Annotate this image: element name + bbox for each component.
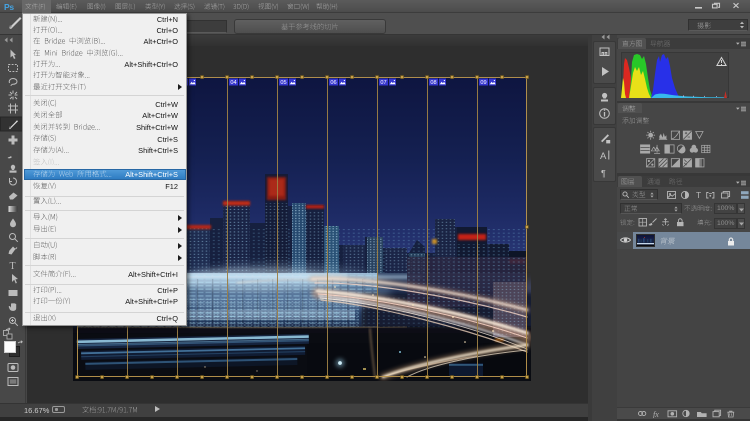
- svg-text:fx: fx: [653, 410, 659, 418]
- svg-text:T: T: [10, 261, 16, 272]
- svg-text:T: T: [696, 190, 701, 200]
- svg-text:A: A: [600, 151, 607, 162]
- svg-text:¶: ¶: [601, 169, 606, 179]
- svg-text:08: 08: [430, 80, 436, 86]
- svg-text:06: 06: [330, 80, 336, 86]
- svg-text:05: 05: [280, 80, 286, 86]
- svg-text:09: 09: [480, 80, 486, 86]
- svg-text:04: 04: [230, 80, 236, 86]
- svg-text:07: 07: [380, 80, 386, 86]
